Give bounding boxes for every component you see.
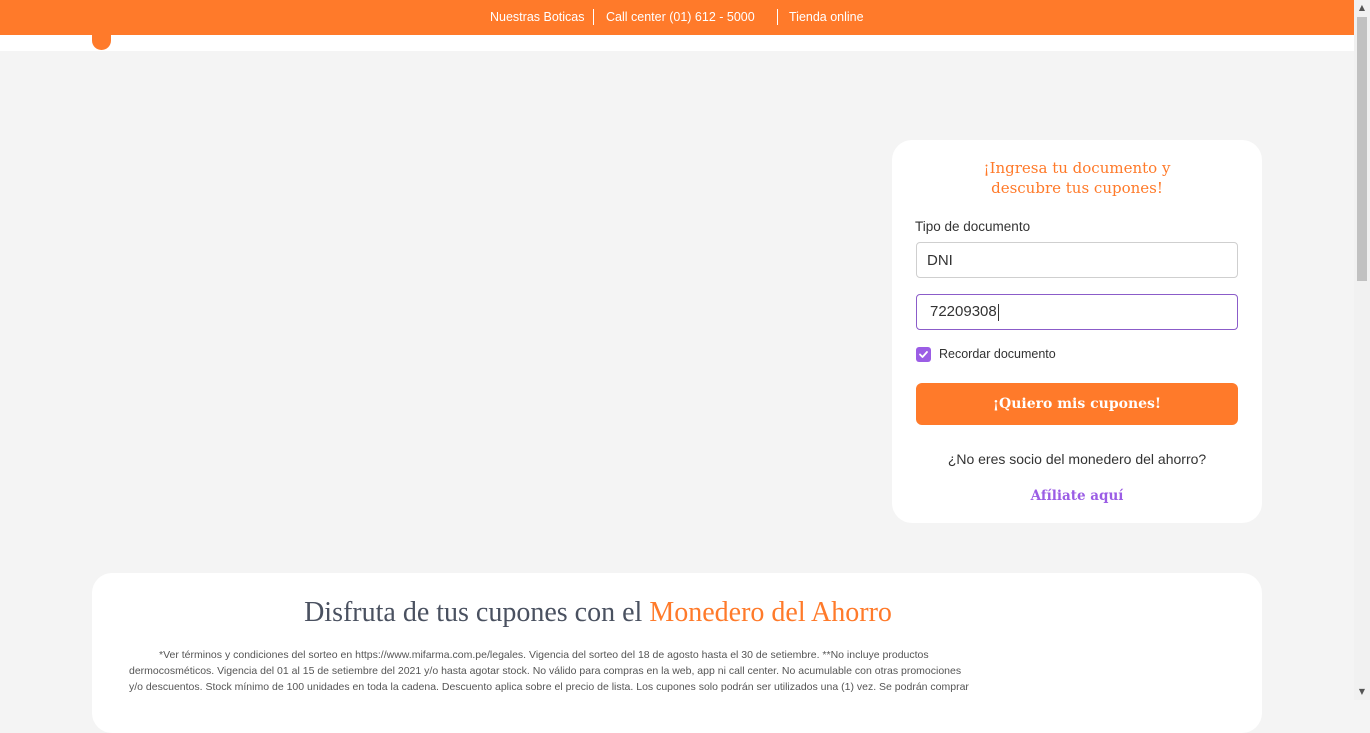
terms-line: dermocosméticos. Vigencia del 01 al 15 d…	[129, 665, 962, 677]
doc-type-value: DNI	[927, 252, 953, 269]
topbar-separator	[777, 9, 778, 25]
scroll-down-arrow-icon[interactable]: ▼	[1354, 684, 1370, 700]
not-member-text: ¿No eres socio del monedero del ahorro?	[947, 451, 1207, 467]
doc-type-label: Tipo de documento	[915, 219, 1031, 234]
header-strip	[0, 35, 1354, 51]
terms-line: *Ver términos y condiciones del sorteo e…	[159, 649, 929, 661]
affiliate-link[interactable]: Afíliate aquí	[892, 488, 1262, 504]
doc-number-value: 72209308	[930, 303, 997, 320]
promo-title-prefix: Disfruta de tus cupones con el	[304, 597, 643, 628]
nuestras-boticas-link[interactable]: Nuestras Boticas	[490, 10, 584, 24]
remember-label[interactable]: Recordar documento	[939, 347, 1056, 361]
doc-number-input[interactable]: 72209308	[916, 294, 1238, 330]
card-title: ¡Ingresa tu documento y descubre tus cup…	[983, 159, 1171, 197]
coupon-login-card: ¡Ingresa tu documento y descubre tus cup…	[892, 140, 1262, 523]
promo-card: Disfruta de tus cupones con el Monedero …	[92, 573, 1262, 733]
terms-text: *Ver términos y condiciones del sorteo e…	[129, 647, 1029, 695]
promo-title: Disfruta de tus cupones con el Monedero …	[92, 597, 1104, 629]
topbar-separator	[593, 9, 594, 25]
scrollbar-thumb[interactable]	[1357, 17, 1367, 281]
scroll-up-arrow-icon[interactable]: ▲	[1354, 0, 1370, 16]
doc-type-select[interactable]: DNI	[916, 242, 1238, 278]
text-caret	[997, 303, 999, 321]
page-scrollbar[interactable]: ▲ ▼	[1354, 0, 1370, 700]
checkmark-icon	[919, 351, 928, 358]
brand-logo-drop[interactable]	[92, 30, 111, 50]
call-center-link[interactable]: Call center (01) 612 - 5000	[606, 10, 755, 24]
get-coupons-button[interactable]: ¡Quiero mis cupones!	[916, 383, 1238, 425]
promo-title-accent: Monedero del Ahorro	[649, 597, 892, 628]
top-bar: Nuestras Boticas Call center (01) 612 - …	[0, 0, 1354, 35]
terms-line: y/o descuentos. Stock mínimo de 100 unid…	[129, 681, 969, 693]
tienda-online-link[interactable]: Tienda online	[789, 10, 864, 24]
remember-checkbox[interactable]	[916, 347, 931, 362]
